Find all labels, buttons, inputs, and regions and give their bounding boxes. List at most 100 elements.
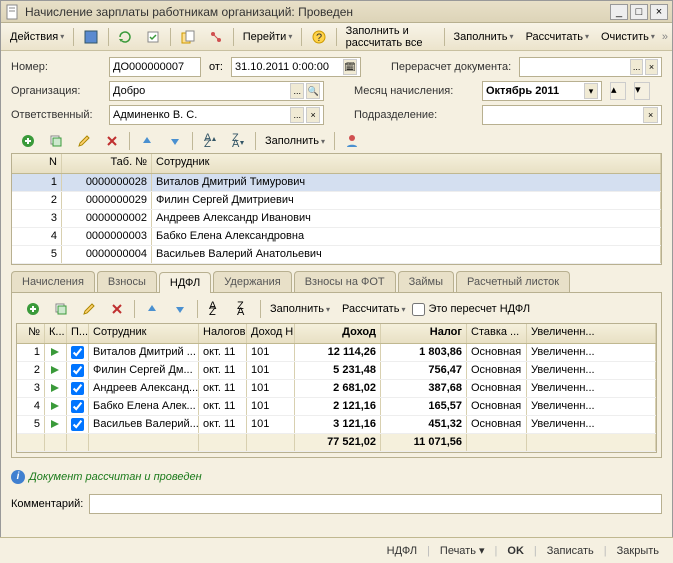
open-icon[interactable]: 🔍 (306, 83, 320, 99)
overflow-icon[interactable]: » (662, 31, 668, 43)
col-rate[interactable]: Ставка ... (467, 324, 527, 343)
resp-field[interactable]: ...× (109, 105, 324, 125)
edit-icon[interactable] (71, 130, 97, 152)
sort-desc-icon[interactable]: ZA (225, 130, 251, 152)
calc-menu[interactable]: Рассчитать (521, 26, 594, 48)
sort-asc-icon[interactable]: AZ (202, 298, 228, 320)
date-field[interactable]: 🗓 (231, 57, 361, 77)
spin-down-icon[interactable]: ▾ (634, 82, 650, 100)
move-up-icon[interactable] (134, 130, 160, 152)
sort-asc-icon[interactable]: AZ (197, 130, 223, 152)
move-down-icon[interactable] (162, 130, 188, 152)
table-row[interactable]: 40000000003Бабко Елена Александровна (12, 228, 661, 246)
add-icon[interactable] (20, 298, 46, 320)
dropdown-icon[interactable]: ▾ (584, 83, 598, 99)
copy-icon[interactable] (43, 130, 69, 152)
spin-up-icon[interactable]: ▴ (610, 82, 626, 100)
clear-menu[interactable]: Очистить (596, 26, 660, 48)
col-tab[interactable]: Таб. № (62, 154, 152, 173)
col-period[interactable]: Налогов... (199, 324, 247, 343)
grid2-toolbar: AZ ZA Заполнить Рассчитать Это пересчет … (16, 297, 657, 321)
fill-submenu2[interactable]: Заполнить (265, 298, 335, 320)
tab-ndfl[interactable]: НДФЛ (159, 272, 211, 293)
grid2-header: № К... П... Сотрудник Налогов... Доход Н… (17, 324, 656, 344)
table-row[interactable]: 10000000028Виталов Дмитрий Тимурович (12, 174, 661, 192)
col-inc2[interactable]: Увеличенн... (527, 324, 656, 343)
help-icon[interactable]: ? (306, 26, 332, 48)
edit-icon[interactable] (76, 298, 102, 320)
table-row[interactable]: 1Виталов Дмитрий ...окт. 1110112 114,261… (17, 344, 656, 362)
status-text: Документ рассчитан и проведен (29, 471, 202, 483)
close-button[interactable]: × (650, 4, 668, 20)
table-row[interactable]: 5Васильев Валерий...окт. 111013 121,1645… (17, 416, 656, 434)
clear-icon[interactable]: × (306, 107, 320, 123)
table-row[interactable]: 3Андреев Александ...окт. 111012 681,0238… (17, 380, 656, 398)
col-income[interactable]: Доход (295, 324, 381, 343)
print-button[interactable]: Печать ▾ (434, 542, 491, 559)
clear-icon[interactable]: × (645, 59, 658, 75)
col-emp[interactable]: Сотрудник (89, 324, 199, 343)
table-row[interactable]: 50000000004Васильев Валерий Анатольевич (12, 246, 661, 264)
refresh-icon[interactable] (112, 26, 138, 48)
tab-payslip[interactable]: Расчетный листок (456, 271, 570, 292)
fill-submenu[interactable]: Заполнить (260, 130, 330, 152)
tab-accruals[interactable]: Начисления (11, 271, 95, 292)
org-field[interactable]: ...🔍 (109, 81, 324, 101)
calendar-icon[interactable]: 🗓 (343, 59, 357, 75)
goto-menu[interactable]: Перейти (238, 26, 298, 48)
save-button[interactable]: Записать (541, 543, 600, 559)
calc-submenu2[interactable]: Рассчитать (337, 298, 410, 320)
col-emp[interactable]: Сотрудник (152, 154, 661, 173)
tab-contributions[interactable]: Взносы (97, 271, 157, 292)
save-icon[interactable] (78, 26, 104, 48)
move-up-icon[interactable] (139, 298, 165, 320)
dept-field[interactable]: × (482, 105, 662, 125)
grid1-body[interactable]: 10000000028Виталов Дмитрий Тимурович2000… (12, 174, 661, 264)
select-icon[interactable]: ... (290, 107, 304, 123)
post-icon[interactable] (140, 26, 166, 48)
ndfl-grid: № К... П... Сотрудник Налогов... Доход Н… (16, 323, 657, 453)
table-row[interactable]: 30000000002Андреев Александр Иванович (12, 210, 661, 228)
tab-loans[interactable]: Займы (398, 271, 454, 292)
ok-button[interactable]: OK (501, 543, 530, 559)
col-code[interactable]: Доход Н... (247, 324, 295, 343)
col-num[interactable]: № (17, 324, 45, 343)
select-icon[interactable]: ... (290, 83, 304, 99)
comment-label: Комментарий: (11, 498, 83, 510)
recalc-field[interactable]: ...× (519, 57, 662, 77)
ndfl-button[interactable]: НДФЛ (381, 543, 423, 559)
maximize-button[interactable]: □ (630, 4, 648, 20)
col-n[interactable]: N (12, 154, 62, 173)
clear-icon[interactable]: × (643, 107, 658, 123)
delete-icon[interactable] (104, 298, 130, 320)
close-button[interactable]: Закрыть (611, 543, 665, 559)
comment-field[interactable] (89, 494, 662, 514)
basis-icon[interactable] (175, 26, 201, 48)
recalc-checkbox[interactable]: Это пересчет НДФЛ (412, 303, 530, 316)
select-icon[interactable]: ... (630, 59, 643, 75)
tab-deductions[interactable]: Удержания (213, 271, 291, 292)
col-tax[interactable]: Налог (381, 324, 467, 343)
grid2-body[interactable]: 1Виталов Дмитрий ...окт. 1110112 114,261… (17, 344, 656, 434)
number-field[interactable] (109, 57, 201, 77)
person-icon[interactable] (339, 130, 365, 152)
structure-icon[interactable] (203, 26, 229, 48)
minimize-button[interactable]: _ (610, 4, 628, 20)
actions-menu[interactable]: Действия (5, 26, 69, 48)
col-k[interactable]: К... (45, 324, 67, 343)
tab-fot[interactable]: Взносы на ФОТ (294, 271, 396, 292)
copy-icon[interactable] (48, 298, 74, 320)
sort-desc-icon[interactable]: ZA (230, 298, 256, 320)
fill-menu[interactable]: Заполнить (449, 26, 519, 48)
move-down-icon[interactable] (167, 298, 193, 320)
svg-text:Z: Z (209, 306, 216, 317)
fill-calc-all-button[interactable]: Заполнить и рассчитать все (341, 26, 440, 48)
table-row[interactable]: 20000000029Филин Сергей Дмитриевич (12, 192, 661, 210)
total-tax: 11 071,56 (381, 434, 467, 451)
delete-icon[interactable] (99, 130, 125, 152)
table-row[interactable]: 2Филин Сергей Дм...окт. 111015 231,48756… (17, 362, 656, 380)
add-icon[interactable] (15, 130, 41, 152)
month-field[interactable]: ▾ (482, 81, 602, 101)
table-row[interactable]: 4Бабко Елена Алек...окт. 111012 121,1616… (17, 398, 656, 416)
col-p[interactable]: П... (67, 324, 89, 343)
